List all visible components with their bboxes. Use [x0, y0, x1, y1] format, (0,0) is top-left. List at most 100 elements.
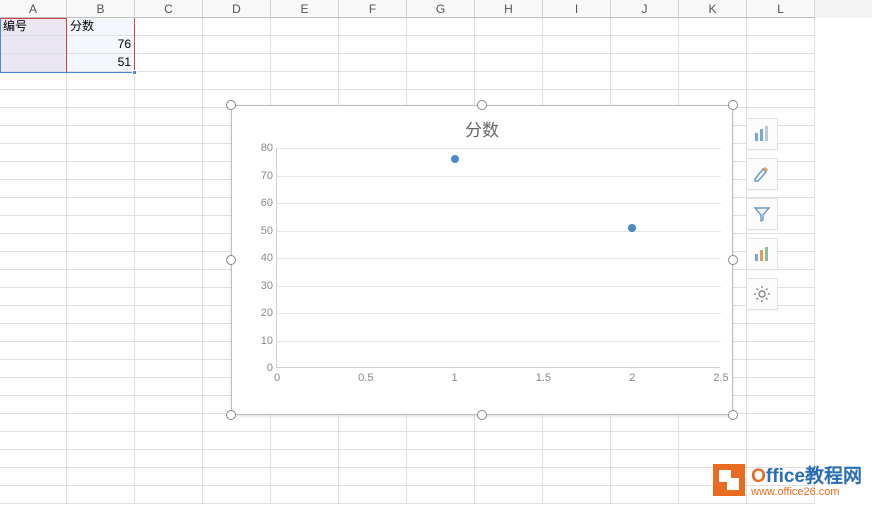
cell-G1[interactable] — [407, 18, 475, 36]
resize-handle-bl[interactable] — [226, 410, 236, 420]
cell-A5[interactable] — [0, 90, 67, 108]
cell-E4[interactable] — [271, 72, 339, 90]
cell-E24[interactable] — [271, 432, 339, 450]
cell-A9[interactable] — [0, 162, 67, 180]
cell-F26[interactable] — [339, 468, 407, 486]
cell-J1[interactable] — [611, 18, 679, 36]
cell-B1[interactable]: 分数 — [67, 18, 135, 36]
cell-I24[interactable] — [543, 432, 611, 450]
col-header-H[interactable]: H — [475, 0, 543, 18]
cell-B4[interactable] — [67, 72, 135, 90]
cell-F2[interactable] — [339, 36, 407, 54]
cell-B26[interactable] — [67, 468, 135, 486]
cell-J23[interactable] — [611, 414, 679, 432]
cell-C9[interactable] — [135, 162, 203, 180]
cell-A12[interactable] — [0, 216, 67, 234]
cell-I1[interactable] — [543, 18, 611, 36]
resize-handle-tl[interactable] — [226, 100, 236, 110]
cell-C3[interactable] — [135, 54, 203, 72]
cell-C5[interactable] — [135, 90, 203, 108]
cell-B10[interactable] — [67, 180, 135, 198]
cell-C1[interactable] — [135, 18, 203, 36]
cell-G2[interactable] — [407, 36, 475, 54]
cell-H27[interactable] — [475, 486, 543, 504]
col-header-K[interactable]: K — [679, 0, 747, 18]
cell-C20[interactable] — [135, 360, 203, 378]
cell-I2[interactable] — [543, 36, 611, 54]
cell-L21[interactable] — [747, 378, 815, 396]
cell-F27[interactable] — [339, 486, 407, 504]
cell-H2[interactable] — [475, 36, 543, 54]
cell-G3[interactable] — [407, 54, 475, 72]
cell-L19[interactable] — [747, 342, 815, 360]
cell-A16[interactable] — [0, 288, 67, 306]
cell-B24[interactable] — [67, 432, 135, 450]
cell-A14[interactable] — [0, 252, 67, 270]
chart-elements-button[interactable] — [746, 118, 778, 150]
cell-J2[interactable] — [611, 36, 679, 54]
cell-B13[interactable] — [67, 234, 135, 252]
cell-G23[interactable] — [407, 414, 475, 432]
cell-A6[interactable] — [0, 108, 67, 126]
chart-color-button[interactable] — [746, 238, 778, 270]
cell-E2[interactable] — [271, 36, 339, 54]
cell-C21[interactable] — [135, 378, 203, 396]
cell-A15[interactable] — [0, 270, 67, 288]
cell-A21[interactable] — [0, 378, 67, 396]
cell-D24[interactable] — [203, 432, 271, 450]
cell-C6[interactable] — [135, 108, 203, 126]
cell-B21[interactable] — [67, 378, 135, 396]
cell-A8[interactable] — [0, 144, 67, 162]
cell-J24[interactable] — [611, 432, 679, 450]
cell-C17[interactable] — [135, 306, 203, 324]
cell-A10[interactable] — [0, 180, 67, 198]
cell-B5[interactable] — [67, 90, 135, 108]
cell-B23[interactable] — [67, 414, 135, 432]
cell-D2[interactable] — [203, 36, 271, 54]
cell-H24[interactable] — [475, 432, 543, 450]
cell-I23[interactable] — [543, 414, 611, 432]
cell-A24[interactable] — [0, 432, 67, 450]
cell-C15[interactable] — [135, 270, 203, 288]
cell-L23[interactable] — [747, 414, 815, 432]
chart-settings-button[interactable] — [746, 278, 778, 310]
cell-L2[interactable] — [747, 36, 815, 54]
resize-handle-tr[interactable] — [728, 100, 738, 110]
cell-L1[interactable] — [747, 18, 815, 36]
cell-H26[interactable] — [475, 468, 543, 486]
cell-I4[interactable] — [543, 72, 611, 90]
cell-B7[interactable] — [67, 126, 135, 144]
cell-A25[interactable] — [0, 450, 67, 468]
cell-B16[interactable] — [67, 288, 135, 306]
cell-E3[interactable] — [271, 54, 339, 72]
fill-handle[interactable] — [132, 70, 137, 75]
cell-G4[interactable] — [407, 72, 475, 90]
cell-C24[interactable] — [135, 432, 203, 450]
cell-J25[interactable] — [611, 450, 679, 468]
cell-C13[interactable] — [135, 234, 203, 252]
cell-B3[interactable]: 51 — [67, 54, 135, 72]
cell-E27[interactable] — [271, 486, 339, 504]
cell-B11[interactable] — [67, 198, 135, 216]
cell-K24[interactable] — [679, 432, 747, 450]
cell-C11[interactable] — [135, 198, 203, 216]
cell-K2[interactable] — [679, 36, 747, 54]
plot-area[interactable]: 0102030405060708000.511.522.5 — [276, 148, 720, 384]
resize-handle-tm[interactable] — [477, 100, 487, 110]
cell-D4[interactable] — [203, 72, 271, 90]
cell-L5[interactable] — [747, 90, 815, 108]
cell-G26[interactable] — [407, 468, 475, 486]
cell-D23[interactable] — [203, 414, 271, 432]
col-header-C[interactable]: C — [135, 0, 203, 18]
cell-H25[interactable] — [475, 450, 543, 468]
col-header-L[interactable]: L — [747, 0, 815, 18]
cell-C7[interactable] — [135, 126, 203, 144]
cell-A19[interactable] — [0, 342, 67, 360]
cell-C22[interactable] — [135, 396, 203, 414]
cell-E23[interactable] — [271, 414, 339, 432]
cell-A22[interactable] — [0, 396, 67, 414]
cell-C25[interactable] — [135, 450, 203, 468]
cell-E25[interactable] — [271, 450, 339, 468]
cell-J4[interactable] — [611, 72, 679, 90]
cell-C2[interactable] — [135, 36, 203, 54]
